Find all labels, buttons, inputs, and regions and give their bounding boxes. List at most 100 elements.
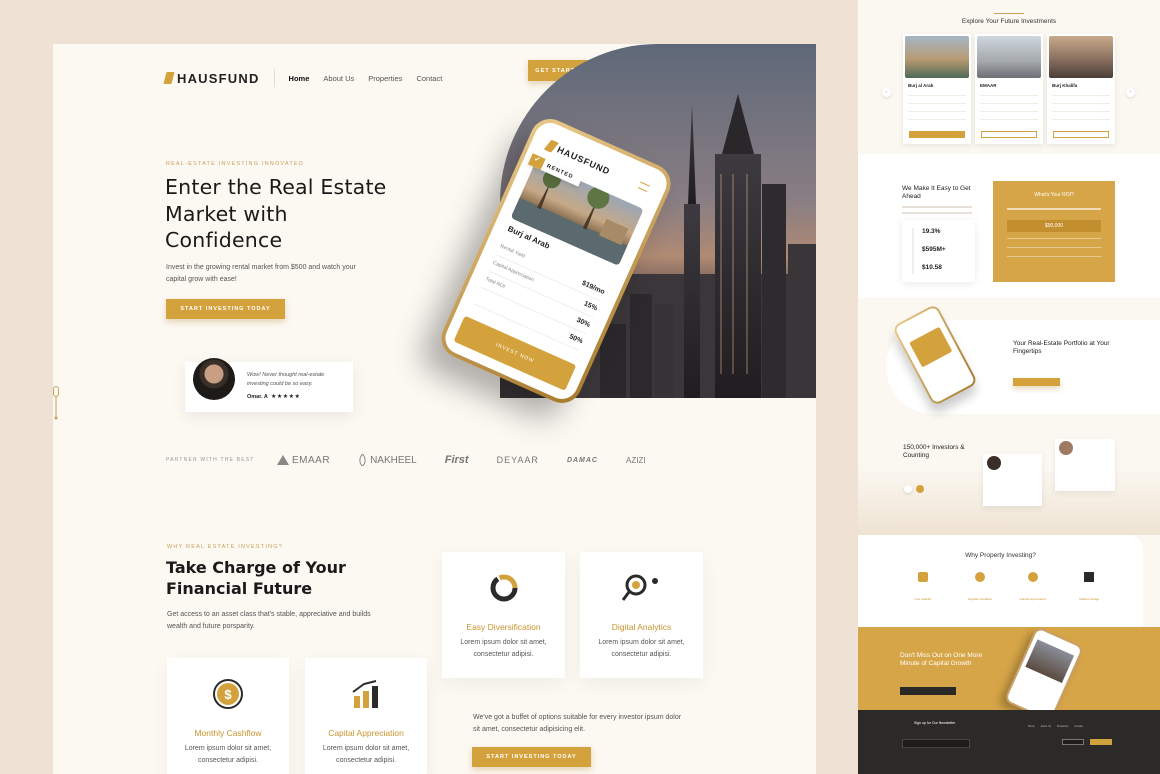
roi-calculator-card: What's Your ROI? $90,000: [993, 181, 1115, 282]
main-landing-page: HAUSFUND Home About Us Properties Contac…: [53, 44, 816, 774]
hero-subtitle: Invest in the growing rental market from…: [166, 264, 356, 283]
feature-card-analytics: Digital Analytics Lorem ipsum dolor sit …: [580, 552, 703, 678]
investors-section: 150,000+ Investors & Counting: [858, 425, 1160, 535]
stats-card: 19.3% $595M+ $10.58: [902, 220, 975, 282]
feature-desc: Lorem ipsum dolor sit amet, consectetur …: [598, 639, 685, 658]
ease-title: We Make It Easy to Get Ahead: [902, 185, 971, 200]
logo-mark-icon: [163, 72, 175, 84]
roi-value: $90,000: [1007, 220, 1101, 232]
cashflow-icon: [975, 572, 985, 582]
why-eyebrow: WHY REAL ESTATE INVESTING?: [167, 544, 283, 550]
svg-text:$: $: [224, 687, 232, 702]
why-property-title: Why Property Investing?: [965, 552, 1036, 559]
footer-links: Home About Us Properties Contact: [1028, 725, 1083, 728]
footer-login-button[interactable]: [1062, 739, 1084, 745]
footer-signup-button[interactable]: [1090, 739, 1112, 745]
right-preview-panel: Explore Your Future Investments ‹ › Burj…: [858, 0, 1160, 774]
feature-title: Monthly Cashflow: [194, 728, 262, 738]
get-started-button-dark[interactable]: [900, 687, 956, 695]
feature-desc: Lorem ipsum dolor sit amet, consectetur …: [184, 745, 272, 764]
partner-logo-azizi: AZIZI: [626, 455, 646, 465]
invest-now-button[interactable]: [909, 131, 965, 138]
nav-divider: [273, 69, 275, 87]
partner-logo-emaar: EMAAR: [277, 455, 330, 466]
nav-link-properties[interactable]: Properties: [368, 74, 402, 83]
menu-icon[interactable]: [637, 181, 650, 193]
prev-dot-icon[interactable]: [904, 485, 912, 493]
why-subtitle: Get access to an asset class that's stab…: [167, 611, 371, 630]
nav-links: Home About Us Properties Contact: [289, 74, 443, 83]
review-card: [983, 454, 1042, 506]
nav-link-home[interactable]: Home: [289, 74, 310, 83]
miss-out-title: Don't Miss Out on One More Minute of Cap…: [900, 652, 983, 667]
dollar-coin-icon: $: [213, 679, 243, 709]
feature-desc: Lorem ipsum dolor sit amet, consectetur …: [322, 745, 410, 764]
property-card[interactable]: EMAAR: [975, 34, 1043, 144]
why-property-section: Why Property Investing? Low volatility R…: [858, 535, 1143, 627]
property-name: Burj al Arab: [908, 83, 934, 88]
feature-desc: Lorem ipsum dolor sit amet, consectetur …: [460, 639, 547, 658]
stat-value: $595M+: [922, 246, 946, 253]
footer-link-properties[interactable]: Properties: [1057, 725, 1068, 728]
stat-value: $10.58: [922, 264, 942, 271]
growth-bars-icon: [352, 680, 378, 708]
next-dot-icon[interactable]: [916, 485, 924, 493]
why-item-label: Regular Cashflow: [968, 597, 992, 601]
start-investing-button[interactable]: START INVESTING TODAY: [166, 299, 285, 319]
hero-title: Enter the Real Estate Market with Confid…: [165, 175, 387, 252]
property-card[interactable]: Burj Khalifa: [1047, 34, 1115, 144]
brand-name: HAUSFUND: [177, 70, 260, 86]
roi-slider[interactable]: [1007, 208, 1101, 210]
stat-value: 19.3%: [922, 228, 941, 235]
analytics-search-icon: [621, 574, 658, 601]
testimonial-author: Omar. A: [247, 394, 268, 400]
hero-eyebrow: REAL-ESTATE INVESTING INNOVATED: [166, 161, 304, 167]
nakheel-icon: [359, 454, 366, 466]
portfolio-section: Your Real-Estate Portfolio at Your Finge…: [858, 303, 1160, 414]
scroll-indicator-icon[interactable]: [53, 386, 59, 420]
low-volatility-icon: [918, 572, 928, 582]
start-investing-button-2[interactable]: START INVESTING TODAY: [472, 747, 591, 767]
testimonial-card: Wow! Never thought real-estate investing…: [185, 358, 353, 412]
brand-logo[interactable]: HAUSFUND: [163, 70, 260, 86]
nav-link-about[interactable]: About Us: [323, 74, 354, 83]
prev-arrow-icon[interactable]: ‹: [882, 88, 891, 97]
nav-link-contact[interactable]: Contact: [416, 74, 442, 83]
footer: Sign up for Our Newsletter Home About Us…: [858, 710, 1160, 774]
invest-now-button[interactable]: [981, 131, 1037, 138]
property-name: EMAAR: [980, 83, 997, 88]
property-card[interactable]: Burj al Arab: [903, 34, 971, 144]
next-arrow-icon[interactable]: ›: [1126, 88, 1135, 97]
why-item-label: Low volatility: [914, 597, 932, 601]
feature-title: Capital Appreciation: [328, 728, 404, 738]
explore-eyebrow: [994, 13, 1024, 14]
partner-logo-deyaar: DEYAAR: [496, 455, 539, 465]
feature-title: Easy Diversification: [466, 622, 541, 632]
invest-now-button[interactable]: [1053, 131, 1109, 138]
footer-link-contact[interactable]: Contact: [1074, 725, 1083, 728]
partner-logo-damac: DAMAC: [566, 456, 598, 464]
portfolio-title: Your Real-Estate Portfolio at Your Finge…: [1013, 340, 1110, 355]
inflation-hedge-icon: [1084, 572, 1094, 582]
roi-section: We Make It Easy to Get Ahead 19.3% $595M…: [858, 154, 1160, 298]
property-name: Burj Khalifa: [1052, 83, 1078, 88]
partner-logo-first: First: [444, 454, 469, 466]
footer-link-home[interactable]: Home: [1028, 725, 1035, 728]
newsletter-email-input[interactable]: [902, 739, 970, 748]
why-item-label: Capital Appreciation: [1019, 597, 1047, 601]
cta-banner: Don't Miss Out on One More Minute of Cap…: [858, 625, 1160, 723]
testimonial-quote: Wow! Never thought real-estate investing…: [247, 372, 325, 387]
why-title: Take Charge of Your Financial Future: [166, 558, 346, 598]
why-item-label: Inflation Hedge: [1078, 597, 1100, 601]
review-card: [1055, 439, 1115, 491]
feature-title: Digital Analytics: [611, 622, 672, 632]
star-rating-icon: ★★★★★: [271, 394, 301, 400]
portfolio-button[interactable]: [1013, 378, 1060, 386]
emaar-icon: [277, 455, 289, 465]
partners-label: PARTNER WITH THE BEST: [166, 457, 255, 463]
partners-strip: PARTNER WITH THE BEST EMAAR NAKHEEL Firs…: [166, 448, 726, 472]
explore-title: Explore Your Future Investments: [961, 18, 1057, 25]
investors-title: 150,000+ Investors & Counting: [903, 444, 965, 459]
partner-logo-nakheel: NAKHEEL: [358, 454, 417, 466]
footer-link-about[interactable]: About Us: [1041, 725, 1051, 728]
